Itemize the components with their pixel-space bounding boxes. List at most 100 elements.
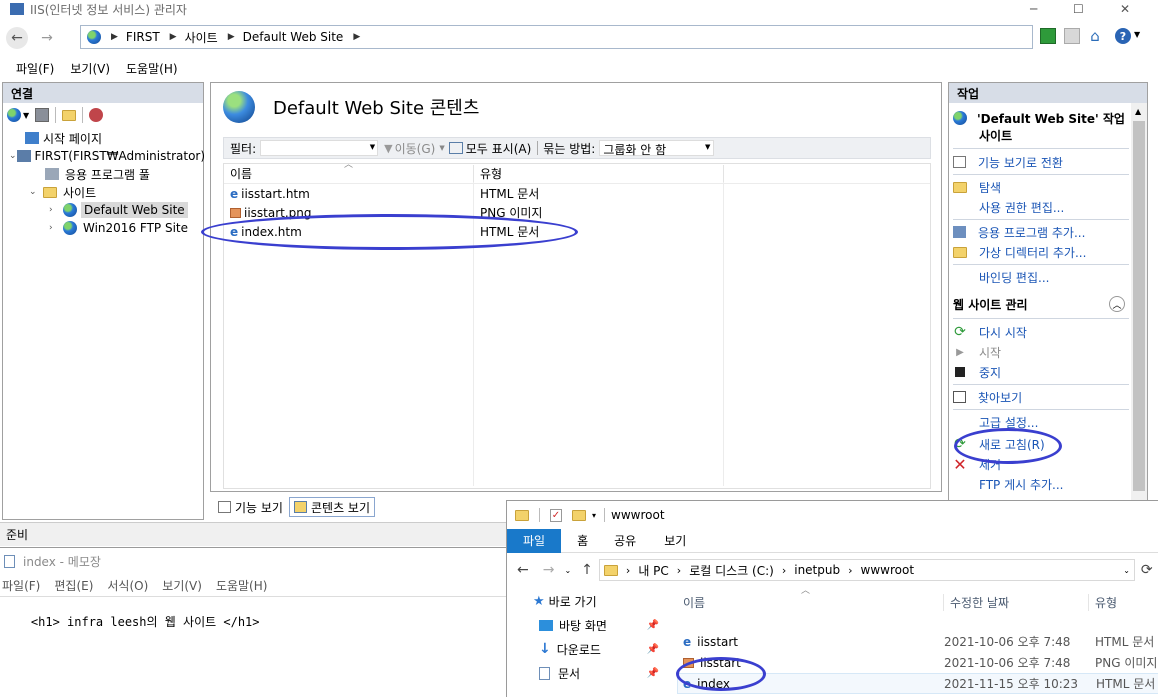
action-stop[interactable]: 중지 [953,362,1129,382]
action-bindings[interactable]: 바인딩 편집... [953,267,1129,287]
path-part[interactable]: 내 PC [638,562,668,579]
explorer-address-bar[interactable]: › 내 PC › 로컬 디스크 (C:) › inetpub › wwwroot… [598,559,1135,581]
minimize-button[interactable]: ─ [1030,2,1037,16]
tree-item-ftp-site[interactable]: › Win2016 FTP Site [3,219,203,237]
path-part[interactable]: inetpub [794,563,840,577]
chevron-down-icon[interactable]: ▼ [23,111,29,120]
stop-gray-icon[interactable] [1064,28,1080,44]
actions-scrollbar[interactable]: ▲ [1131,103,1147,501]
properties-icon[interactable]: ✓ [550,508,562,522]
tree-item-app-pools[interactable]: 응용 프로그램 풀 [3,165,203,183]
tab-features-view[interactable]: 기능 보기 [214,497,287,517]
action-browse[interactable]: 찾아보기 [953,387,1129,407]
chevron-down-icon[interactable]: ⌄ [564,566,571,575]
save-icon[interactable] [35,108,50,122]
menu-view[interactable]: 보기(V) [162,577,202,594]
disconnect-icon[interactable] [89,108,104,122]
maximize-button[interactable]: ☐ [1073,2,1084,16]
column-name[interactable]: 이름 [683,594,943,611]
action-add-ftp[interactable]: FTP 게시 추가... [953,474,1129,494]
list-item[interactable]: e index.htm HTML 문서 [224,222,930,241]
list-item[interactable]: iisstart 2021-10-06 오후 7:48 PNG 이미지 [677,652,1158,673]
address-part[interactable]: Default Web Site [243,30,344,44]
chevron-down-icon[interactable]: ⌄ [29,187,43,197]
action-restart[interactable]: ⟳ 다시 시작 [953,322,1129,342]
action-remove[interactable]: ✕ 제거 [953,454,1129,474]
list-item[interactable]: e index 2021-11-15 오후 10:23 HTML 문서 [677,673,1158,694]
chevron-down-icon[interactable]: ▾ [592,511,596,520]
close-button[interactable]: ✕ [1120,2,1130,16]
ribbon-tab-home[interactable]: 홈 [577,532,588,549]
chevron-down-icon[interactable]: ▼ [370,143,375,151]
menu-help[interactable]: 도움말(H) [126,60,178,77]
ribbon-tab-view[interactable]: 보기 [664,532,686,549]
notepad-editor[interactable]: <h1> infra leesh의 웹 사이트 </h1> [0,596,506,696]
pin-icon[interactable]: 📌 [647,620,659,631]
forward-button[interactable]: → [36,27,58,49]
help-icon[interactable]: ? [1115,28,1131,44]
refresh-green-icon[interactable] [1040,28,1056,44]
action-edit-permissions[interactable]: 사용 권한 편집... [953,197,1129,217]
menu-edit[interactable]: 편집(E) [54,577,93,594]
menu-file[interactable]: 파일(F) [2,577,40,594]
tree-item-sites[interactable]: ⌄ 사이트 [3,183,203,201]
menu-help[interactable]: 도움말(H) [216,577,268,594]
action-add-vdir[interactable]: 가상 디렉터리 추가... [953,242,1129,262]
back-button[interactable]: ← [517,562,529,578]
address-bar[interactable]: ▶ FIRST ▶ 사이트 ▶ Default Web Site ▶ [80,25,1033,49]
tree-item-default-web-site[interactable]: › Default Web Site [3,201,203,219]
nav-documents[interactable]: 문서 📌 [507,661,665,685]
collapse-icon[interactable]: ︿ [1109,296,1125,312]
list-item[interactable]: iisstart.png PNG 이미지 [224,203,930,222]
ribbon-tab-share[interactable]: 공유 [614,532,636,549]
chevron-down-icon[interactable]: ⌄ [1123,566,1130,575]
home-icon[interactable]: ⌂ [1086,27,1104,45]
group-by-select[interactable]: 그룹화 안 함 ▼ [599,140,715,157]
chevron-down-icon[interactable]: ▼ [1134,30,1140,39]
connect-globe-icon[interactable] [7,108,21,122]
chevron-right-icon[interactable]: › [49,205,63,215]
chevron-right-icon[interactable]: › [49,223,63,233]
menu-file[interactable]: 파일(F) [16,60,54,77]
ribbon-tab-file[interactable]: 파일 [507,528,562,553]
back-button[interactable]: ← [6,27,28,49]
column-type[interactable]: 유형 [474,165,724,182]
chevron-down-icon[interactable]: ▼ [705,143,710,151]
chevron-down-icon[interactable]: ⌄ [9,151,17,161]
action-switch-features[interactable]: 기능 보기로 전환 [953,152,1129,172]
column-name[interactable]: 이름 ︿ [224,160,474,182]
address-part[interactable]: FIRST [126,30,160,44]
nav-desktop[interactable]: 바탕 화면 📌 [507,613,665,637]
list-item[interactable]: e iisstart 2021-10-06 오후 7:48 HTML 문서 [677,631,1158,652]
scroll-up-icon[interactable]: ▲ [1135,107,1141,116]
folder-up-icon[interactable] [62,109,77,121]
filter-input[interactable]: ▼ [260,140,379,156]
column-type[interactable]: 유형 [1088,593,1117,611]
scroll-thumb[interactable] [1133,121,1145,491]
menu-format[interactable]: 서식(O) [107,577,148,594]
path-part[interactable]: wwwroot [861,563,915,577]
pin-icon[interactable]: 📌 [647,668,659,679]
tree-item-server[interactable]: ⌄ FIRST(FIRST₩Administrator) [3,147,205,165]
list-item[interactable]: e iisstart.htm HTML 문서 [224,184,930,203]
address-part[interactable]: 사이트 [185,29,218,46]
nav-downloads[interactable]: ↓ 다운로드 📌 [507,637,665,661]
go-button[interactable]: 이동(G) [395,140,436,157]
action-advanced[interactable]: 고급 설정... [953,412,1129,432]
new-folder-icon[interactable] [572,509,586,521]
nav-quick-access[interactable]: ★ 바로 가기 [507,589,665,613]
path-part[interactable]: 로컬 디스크 (C:) [689,562,774,579]
menu-view[interactable]: 보기(V) [70,60,110,77]
tab-content-view[interactable]: 콘텐츠 보기 [288,497,375,517]
tree-item-start-page[interactable]: 시작 페이지 [3,129,203,147]
refresh-icon[interactable]: ⟳ [1141,562,1153,578]
action-explore[interactable]: 탐색 [953,177,1129,197]
column-date[interactable]: 수정한 날짜 [943,593,1088,611]
up-button[interactable]: ↑ [581,562,593,578]
action-add-application[interactable]: 응용 프로그램 추가... [953,222,1129,242]
action-start[interactable]: ▶ 시작 [953,342,1129,362]
show-all-button[interactable]: 모두 표시(A) [466,140,532,157]
forward-button[interactable]: → [543,562,555,578]
action-refresh[interactable]: ⟳ 새로 고침(R) [953,434,1129,454]
chevron-down-icon[interactable]: ▼ [439,144,444,152]
